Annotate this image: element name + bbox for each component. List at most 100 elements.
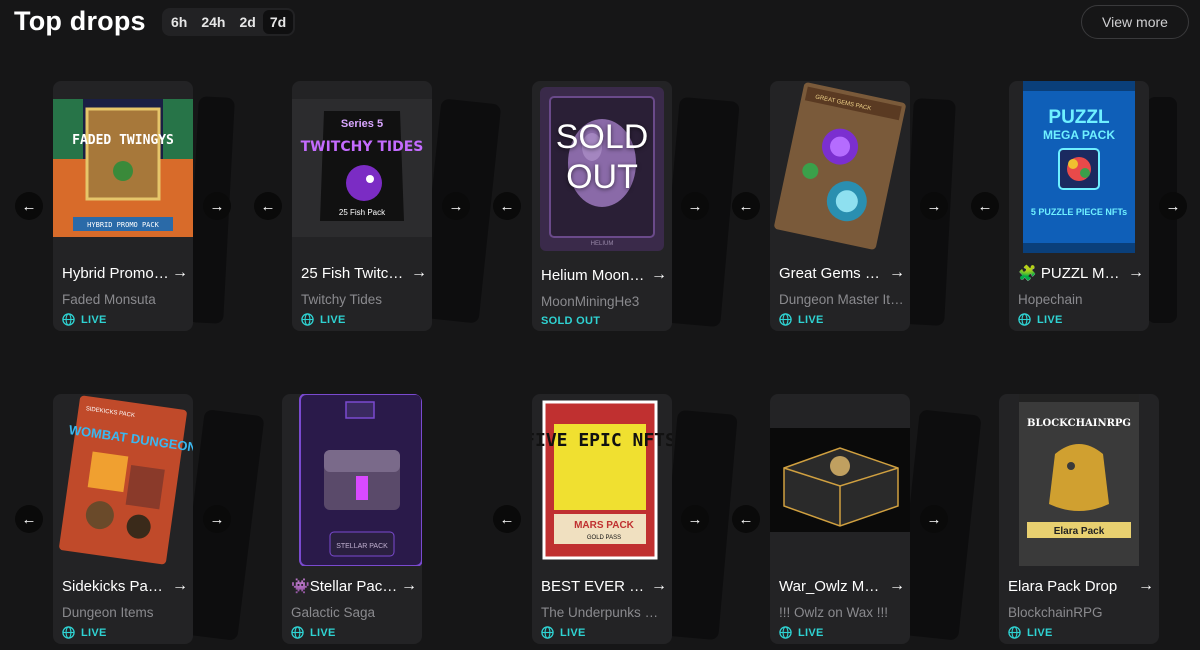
svg-text:GOLD PASS: GOLD PASS <box>587 535 621 541</box>
drop-image: SIDEKICKS PACK WOMBAT DUNGEON <box>53 394 193 566</box>
svg-text:FADED TWINGYS: FADED TWINGYS <box>72 133 174 148</box>
collection-name[interactable]: Galactic Saga <box>291 605 417 620</box>
tab-24h[interactable]: 24h <box>194 10 232 34</box>
svg-text:MARS PACK: MARS PACK <box>574 520 635 531</box>
globe-icon <box>291 626 304 639</box>
view-more-button[interactable]: View more <box>1081 5 1189 39</box>
prev-button[interactable]: ← <box>15 505 43 533</box>
next-button[interactable]: → <box>681 192 709 220</box>
prev-button[interactable]: ← <box>732 505 760 533</box>
drop-name[interactable]: 👾Stellar Pack👾 <box>291 577 398 595</box>
card-front: STELLAR PACK 👾Stellar Pack👾 → Galactic S… <box>282 394 422 644</box>
status-badge: LIVE <box>62 626 107 639</box>
collection-name[interactable]: Twitchy Tides <box>301 292 427 307</box>
tab-6h[interactable]: 6h <box>164 10 194 34</box>
next-button[interactable]: → <box>920 505 948 533</box>
collection-name[interactable]: BlockchainRPG <box>1008 605 1134 620</box>
next-button[interactable]: → <box>203 192 231 220</box>
collection-name[interactable]: Dungeon Items <box>62 605 188 620</box>
status-badge: LIVE <box>779 626 824 639</box>
drop-name[interactable]: Helium Moon Egg <box>541 267 648 284</box>
drop-image: FADED TWINGYS HYBRID PROMO PACK <box>53 99 193 237</box>
drop-name[interactable]: War_Owlz Mystery <box>779 578 886 595</box>
svg-text:MEGA PACK: MEGA PACK <box>1043 128 1115 142</box>
next-button[interactable]: → <box>442 192 470 220</box>
collection-name[interactable]: Hopechain <box>1018 292 1144 307</box>
arrow-right-icon[interactable]: → <box>1128 264 1144 282</box>
drop-image: BLOCKCHAINRPG Elara Pack <box>999 394 1159 566</box>
globe-icon <box>779 626 792 639</box>
card-front: FIVE EPIC NFTS MARS PACK GOLD PASS BEST … <box>532 394 672 644</box>
svg-text:BLOCKCHAINRPG: BLOCKCHAINRPG <box>1027 418 1131 429</box>
drop-image: Series 5 TWITCHY TIDES 25 Fish Pack <box>292 99 432 237</box>
arrow-right-icon[interactable]: → <box>172 577 188 595</box>
arrow-right-icon[interactable]: → <box>889 264 905 282</box>
status-badge: LIVE <box>1018 313 1063 326</box>
next-button[interactable]: → <box>920 192 948 220</box>
arrow-right-icon[interactable]: → <box>651 577 667 595</box>
prev-button[interactable]: ← <box>493 192 521 220</box>
prev-button[interactable]: ← <box>971 192 999 220</box>
prev-button[interactable]: ← <box>493 505 521 533</box>
collection-name[interactable]: Dungeon Master Items <box>779 292 905 307</box>
card-front: SIDEKICKS PACK WOMBAT DUNGEON Sidekicks … <box>53 394 193 644</box>
arrow-right-icon[interactable]: → <box>1138 577 1154 595</box>
page-title: Top drops <box>14 6 146 36</box>
arrow-right-icon[interactable]: → <box>401 577 417 595</box>
collection-name[interactable]: !!! Owlz on Wax !!! <box>779 605 905 620</box>
tab-2d[interactable]: 2d <box>232 10 262 34</box>
card-front: BLOCKCHAINRPG Elara Pack Elara Pack Drop… <box>999 394 1159 644</box>
status-badge: LIVE <box>779 313 824 326</box>
arrow-right-icon[interactable]: → <box>889 577 905 595</box>
drop-name[interactable]: Elara Pack Drop <box>1008 578 1126 595</box>
prev-button[interactable]: ← <box>254 192 282 220</box>
drop-name[interactable]: 25 Fish Twitchy Pack <box>301 265 408 282</box>
svg-text:TWITCHY TIDES: TWITCHY TIDES <box>301 139 424 155</box>
svg-text:PUZZL: PUZZL <box>1048 107 1110 128</box>
svg-text:Elara Pack: Elara Pack <box>1054 526 1105 537</box>
drop-image: FIVE EPIC NFTS MARS PACK GOLD PASS <box>532 394 672 566</box>
next-button[interactable]: → <box>1159 192 1187 220</box>
svg-text:HYBRID PROMO PACK: HYBRID PROMO PACK <box>87 221 159 229</box>
globe-icon <box>779 313 792 326</box>
period-tabs: 6h 24h 2d 7d <box>162 8 296 36</box>
card-front: GREAT GEMS PACK Great Gems Pack → Dungeo… <box>770 81 910 331</box>
globe-icon <box>1008 626 1021 639</box>
prev-button[interactable]: ← <box>15 192 43 220</box>
collection-name[interactable]: The Underpunks Collection <box>541 605 667 620</box>
drop-name[interactable]: Hybrid Promo Pack <box>62 265 169 282</box>
drop-name[interactable]: BEST EVER Set <box>541 578 648 595</box>
globe-icon <box>1018 313 1031 326</box>
drop-image: GREAT GEMS PACK <box>770 81 910 251</box>
globe-icon <box>541 626 554 639</box>
next-button[interactable]: → <box>681 505 709 533</box>
tab-7d[interactable]: 7d <box>262 10 294 34</box>
status-badge: LIVE <box>1008 626 1053 639</box>
drop-image: STELLAR PACK <box>282 394 422 566</box>
drop-image <box>770 428 910 532</box>
prev-button[interactable]: ← <box>732 192 760 220</box>
drop-image: PUZZL MEGA PACK 5 PUZZLE PIECE NFTs <box>1009 81 1149 253</box>
arrow-right-icon[interactable]: → <box>411 264 427 282</box>
status-badge: LIVE <box>291 626 336 639</box>
sold-out-overlay: SOLD OUT <box>555 118 649 196</box>
globe-icon <box>62 626 75 639</box>
card-front: Series 5 TWITCHY TIDES 25 Fish Pack 25 F… <box>292 81 432 331</box>
globe-icon <box>62 313 75 326</box>
svg-text:5 PUZZLE PIECE NFTs: 5 PUZZLE PIECE NFTs <box>1031 207 1127 217</box>
drop-name[interactable]: Great Gems Pack <box>779 265 886 282</box>
svg-text:HELIUM: HELIUM <box>591 241 614 247</box>
arrow-right-icon[interactable]: → <box>651 266 667 284</box>
collection-name[interactable]: MoonMiningHe3 <box>541 294 667 309</box>
globe-icon <box>301 313 314 326</box>
drop-name[interactable]: Sidekicks Pack Drop <box>62 578 169 595</box>
arrow-right-icon[interactable]: → <box>172 264 188 282</box>
svg-text:25 Fish Pack: 25 Fish Pack <box>339 208 386 217</box>
svg-text:STELLAR PACK: STELLAR PACK <box>336 543 388 550</box>
svg-text:Series 5: Series 5 <box>341 118 383 130</box>
status-badge: LIVE <box>301 313 346 326</box>
collection-name[interactable]: Faded Monsuta <box>62 292 188 307</box>
next-button[interactable]: → <box>203 505 231 533</box>
drop-name[interactable]: 🧩 PUZZL Mega Pack <box>1018 264 1125 282</box>
card-front: HELIUM SOLDOUT Helium Moon Egg → MoonMin… <box>532 81 672 331</box>
